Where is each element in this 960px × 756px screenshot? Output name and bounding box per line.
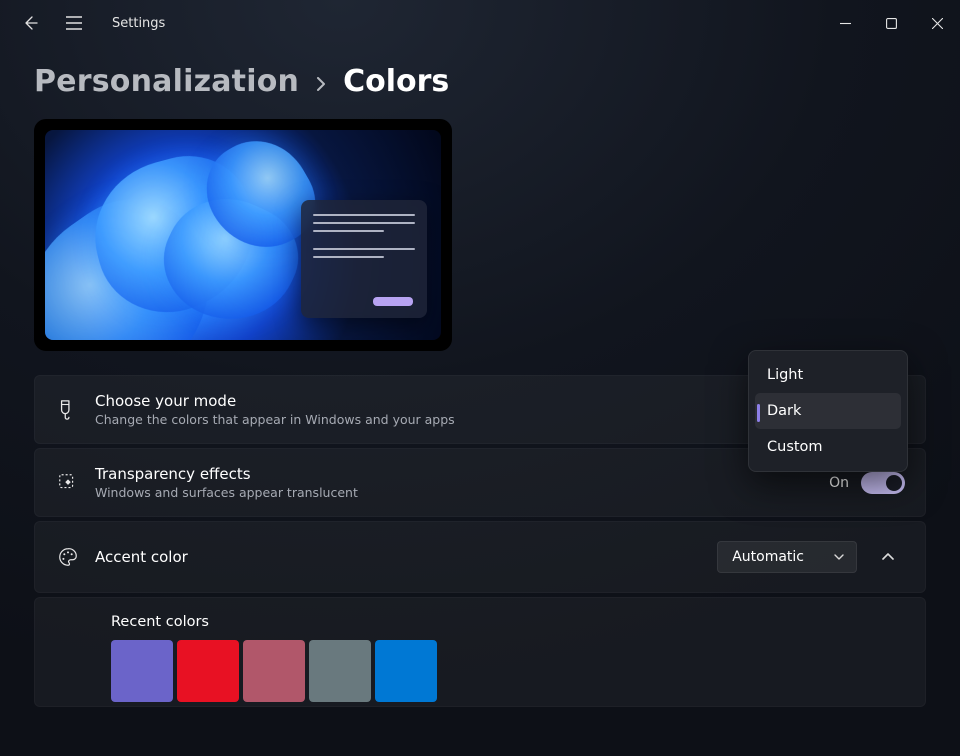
mode-option-custom[interactable]: Custom: [755, 429, 901, 465]
chevron-right-icon: [315, 77, 327, 91]
minimize-icon: [840, 18, 851, 29]
mode-dropdown-flyout: Light Dark Custom: [748, 350, 908, 472]
app-title: Settings: [96, 16, 165, 31]
recent-colors-section: Recent colors: [34, 597, 926, 707]
setting-row-accent[interactable]: Accent color Automatic: [34, 521, 926, 593]
close-icon: [932, 18, 943, 29]
recent-color-swatch[interactable]: [177, 640, 239, 702]
back-arrow-icon: [22, 15, 38, 31]
expand-collapse-button[interactable]: [871, 540, 905, 574]
combo-value: Automatic: [732, 549, 804, 565]
setting-title: Accent color: [95, 548, 717, 566]
breadcrumb-parent[interactable]: Personalization: [34, 64, 299, 99]
mode-option-light[interactable]: Light: [755, 357, 901, 393]
setting-title: Transparency effects: [95, 465, 829, 483]
maximize-icon: [886, 18, 897, 29]
recent-colors-title: Recent colors: [111, 614, 905, 630]
recent-color-swatch[interactable]: [243, 640, 305, 702]
accent-mode-combo[interactable]: Automatic: [717, 541, 857, 573]
preview-window-icon: [301, 200, 427, 318]
mode-option-dark[interactable]: Dark: [755, 393, 901, 429]
chevron-down-icon: [834, 554, 844, 561]
window-maximize-button[interactable]: [868, 0, 914, 46]
chevron-up-icon: [882, 553, 894, 561]
window-minimize-button[interactable]: [822, 0, 868, 46]
breadcrumb-current: Colors: [343, 64, 449, 99]
transparency-icon: [57, 472, 95, 494]
recent-color-swatch[interactable]: [309, 640, 371, 702]
recent-color-swatch[interactable]: [111, 640, 173, 702]
theme-preview: [34, 119, 452, 351]
setting-subtitle: Windows and surfaces appear translucent: [95, 485, 829, 500]
palette-icon: [57, 546, 95, 568]
toggle-state-label: On: [829, 475, 849, 491]
back-button[interactable]: [8, 0, 52, 46]
brush-icon: [57, 399, 95, 421]
hamburger-icon: [66, 16, 82, 30]
window-close-button[interactable]: [914, 0, 960, 46]
transparency-toggle[interactable]: [861, 472, 905, 494]
breadcrumb: Personalization Colors: [0, 46, 960, 119]
nav-menu-button[interactable]: [52, 0, 96, 46]
recent-color-swatch[interactable]: [375, 640, 437, 702]
